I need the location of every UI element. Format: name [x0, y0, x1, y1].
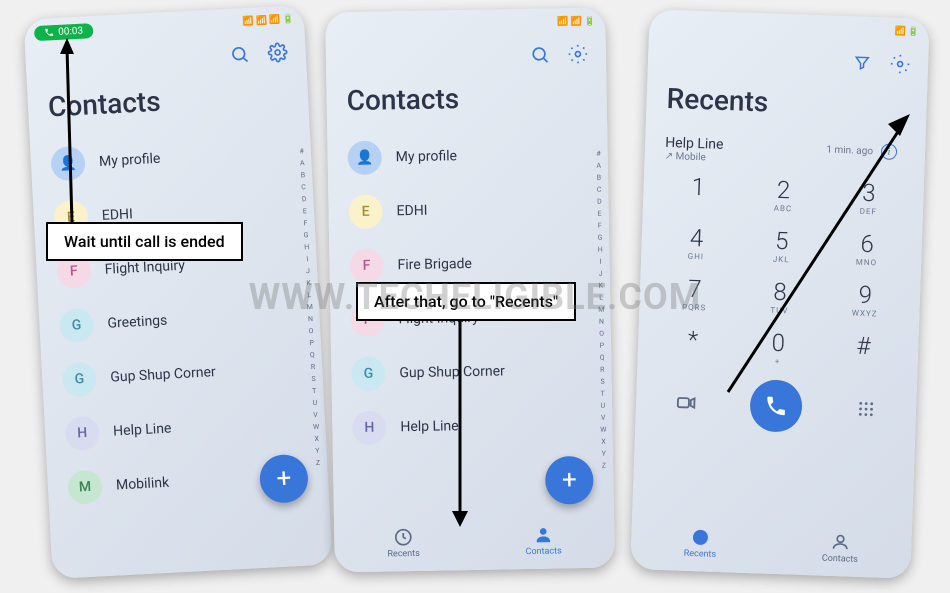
nav-label: Recents [387, 549, 420, 560]
annotation-box-2: After that, go to "Recents" [356, 282, 576, 321]
clock-icon [393, 527, 413, 547]
filter-icon[interactable] [850, 50, 875, 75]
nav-label: Contacts [525, 546, 561, 557]
contact-name-label: Mobilink [116, 475, 170, 494]
contact-avatar: E [348, 195, 383, 230]
contact-avatar: H [352, 410, 387, 445]
add-contact-fab[interactable]: + [545, 456, 594, 505]
settings-icon[interactable] [888, 52, 913, 77]
settings-icon[interactable] [566, 42, 590, 66]
nav-recents[interactable]: Recents [684, 527, 717, 560]
contact-name-label: Help Line [113, 421, 172, 440]
search-icon[interactable] [227, 42, 252, 67]
contact-name-label: Fire Brigade [397, 256, 472, 273]
contact-avatar: G [62, 361, 98, 397]
contact-row[interactable]: E EDHI [328, 181, 609, 240]
contact-avatar: M [67, 469, 103, 505]
person-icon [830, 532, 851, 553]
contact-name-label: Gup Shup Corner [110, 364, 216, 385]
call-timer: 00:03 [58, 25, 83, 37]
status-icons: 📶 📶 📶 🔋 [242, 15, 294, 28]
contact-avatar: 👤 [347, 141, 382, 176]
contact-avatar: G [59, 307, 95, 343]
status-icons: 📶 🔋 [894, 27, 919, 38]
contact-row[interactable]: 👤 My profile [327, 127, 608, 186]
settings-icon[interactable] [265, 40, 290, 65]
contact-name-label: Greetings [107, 313, 168, 332]
annotation-box-1: Wait until call is ended [46, 222, 243, 261]
search-icon[interactable] [528, 43, 552, 67]
page-title: Contacts [326, 72, 607, 132]
video-call-icon[interactable] [674, 391, 697, 414]
nav-contacts[interactable]: Contacts [525, 524, 562, 557]
status-icons: 📶 📶 🔋 [557, 17, 595, 28]
contact-name-label: My profile [396, 148, 458, 165]
nav-recents[interactable]: Recents [387, 527, 420, 560]
annotation-arrow-1 [52, 38, 122, 228]
contact-avatar: G [351, 356, 386, 391]
header [326, 36, 607, 77]
nav-label: Recents [684, 549, 717, 560]
contact-name-label: EDHI [396, 203, 427, 220]
person-icon [533, 525, 553, 545]
bottom-nav: Recents Contacts [630, 513, 912, 579]
nav-label: Contacts [822, 554, 858, 565]
phone-icon [44, 27, 55, 38]
clock-icon [690, 527, 711, 548]
nav-contacts[interactable]: Contacts [822, 532, 859, 565]
annotation-arrow-2 [440, 312, 480, 532]
annotation-arrow-3 [718, 112, 918, 402]
contact-avatar: H [64, 415, 100, 451]
contact-avatar: F [349, 249, 384, 284]
